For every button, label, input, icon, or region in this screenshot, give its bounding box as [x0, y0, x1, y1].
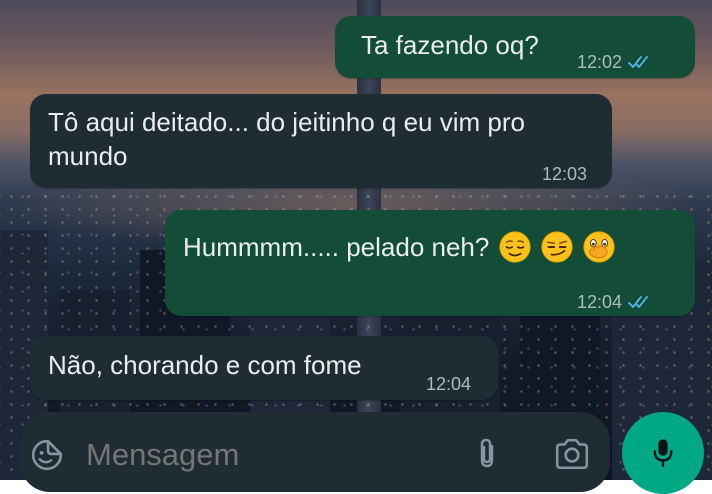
message-text-line-1: Tô aqui deitado... do jeitinho q eu vim …: [48, 106, 525, 138]
message-text-line-2: mundo: [48, 140, 128, 172]
message-meta: 12:04: [577, 286, 652, 318]
message-meta: 12:03: [542, 158, 587, 190]
message-text: Não, chorando e com fome: [48, 349, 362, 381]
message-text: Ta fazendo oq?: [361, 29, 539, 61]
message-time: 12:03: [542, 158, 587, 190]
smirking-face-emoji: [540, 230, 574, 264]
read-receipt-icon: [628, 295, 652, 309]
message-time: 12:04: [577, 286, 622, 318]
message-outgoing[interactable]: Hummmm..... pelado neh? 12:04: [165, 210, 695, 316]
message-meta: 12:04: [426, 368, 471, 400]
read-receipt-icon: [628, 55, 652, 69]
camera-icon[interactable]: [554, 438, 590, 470]
message-incoming[interactable]: Tô aqui deitado... do jeitinho q eu vim …: [30, 94, 612, 188]
sticker-icon[interactable]: [30, 438, 64, 472]
message-text-row: Hummmm..... pelado neh?: [183, 231, 616, 266]
message-outgoing[interactable]: Ta fazendo oq? 12:02: [335, 16, 695, 78]
message-meta: 12:02: [577, 46, 652, 78]
relieved-face-emoji: [498, 230, 532, 264]
face-with-hand-over-mouth-emoji: [582, 230, 616, 264]
message-composer: [20, 412, 610, 492]
message-text: Hummmm..... pelado neh?: [183, 232, 489, 262]
message-time: 12:04: [426, 368, 471, 400]
message-input[interactable]: [84, 434, 448, 476]
message-incoming[interactable]: Não, chorando e com fome 12:04: [30, 336, 498, 400]
message-time: 12:02: [577, 46, 622, 78]
voice-message-button[interactable]: [622, 412, 704, 494]
mic-icon: [652, 438, 674, 468]
paperclip-icon[interactable]: [476, 437, 500, 471]
